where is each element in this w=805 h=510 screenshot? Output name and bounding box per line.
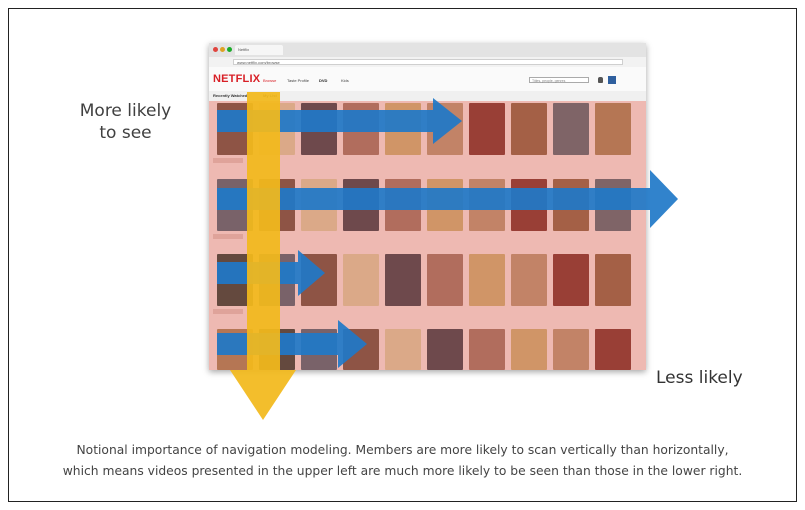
caption-line-1: Notional importance of navigation modeli… [76, 443, 729, 457]
figure-caption: Notional importance of navigation modeli… [20, 440, 785, 482]
more-likely-label: More likely to see [73, 100, 178, 144]
caption-line-2: which means videos presented in the uppe… [62, 464, 743, 478]
horizontal-arrow-row-2 [217, 170, 678, 228]
less-likely-label: Less likely [656, 368, 743, 388]
more-likely-text: More likely to see [79, 101, 172, 143]
vertical-arrow [230, 92, 296, 420]
horizontal-arrow-row-4 [217, 320, 367, 368]
scan-arrows [217, 92, 678, 420]
